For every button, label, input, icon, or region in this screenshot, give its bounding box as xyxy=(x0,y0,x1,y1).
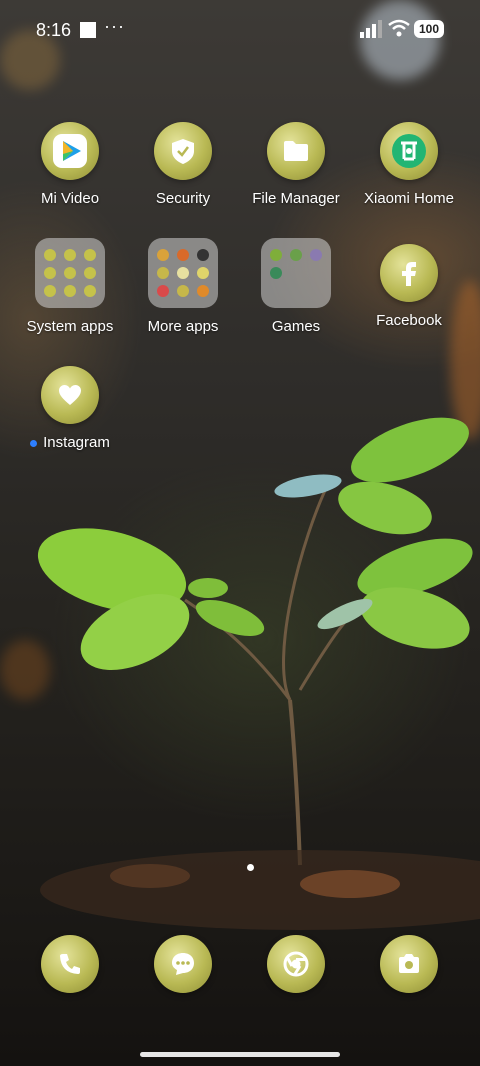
plant-wallpaper xyxy=(37,417,480,930)
folder-icon xyxy=(267,122,325,180)
app-label: Facebook xyxy=(376,312,442,329)
app-label: Xiaomi Home xyxy=(363,190,455,207)
notification-icon xyxy=(80,22,96,38)
app-label: Instagram xyxy=(14,434,126,451)
app-security[interactable]: Security xyxy=(127,122,239,207)
chrome-icon[interactable] xyxy=(267,935,325,993)
more-notifications-icon: ··· xyxy=(104,16,125,36)
wifi-icon xyxy=(388,19,410,37)
battery-icon: 100 xyxy=(414,20,444,38)
folder-games[interactable]: Games xyxy=(240,238,352,335)
xiaomi-home-icon xyxy=(380,122,438,180)
app-label: Mi Video xyxy=(40,190,100,207)
app-label: More apps xyxy=(147,318,219,335)
mi-video-icon xyxy=(41,122,99,180)
dock xyxy=(0,935,480,995)
app-label: File Manager xyxy=(252,190,340,207)
heart-icon xyxy=(41,366,99,424)
folder-system-apps[interactable]: System apps xyxy=(14,238,126,335)
app-mi-video[interactable]: Mi Video xyxy=(14,122,126,207)
phone-icon[interactable] xyxy=(41,935,99,993)
clock: 8:16 xyxy=(36,20,72,40)
shield-icon xyxy=(154,122,212,180)
cellular-signal-icon xyxy=(360,20,382,38)
app-instagram[interactable]: Instagram xyxy=(14,366,126,451)
folder-more-apps[interactable]: More apps xyxy=(127,238,239,335)
new-install-indicator xyxy=(30,439,38,447)
app-label-text: Instagram xyxy=(43,434,110,451)
messages-icon[interactable] xyxy=(154,935,212,993)
gesture-navigation-bar[interactable] xyxy=(140,1052,340,1057)
status-bar: 8:16 ··· 100 xyxy=(0,14,480,46)
app-facebook[interactable]: Facebook xyxy=(353,244,465,329)
folder-preview xyxy=(261,238,331,308)
camera-icon[interactable] xyxy=(380,935,438,993)
app-file-manager[interactable]: File Manager xyxy=(240,122,352,207)
page-indicator xyxy=(247,864,254,871)
app-label: Games xyxy=(271,318,321,335)
folder-preview xyxy=(148,238,218,308)
app-xiaomi-home[interactable]: Xiaomi Home xyxy=(353,122,465,207)
folder-preview xyxy=(35,238,105,308)
app-label: Security xyxy=(155,190,211,207)
facebook-icon xyxy=(380,244,438,302)
app-label: System apps xyxy=(26,318,114,335)
